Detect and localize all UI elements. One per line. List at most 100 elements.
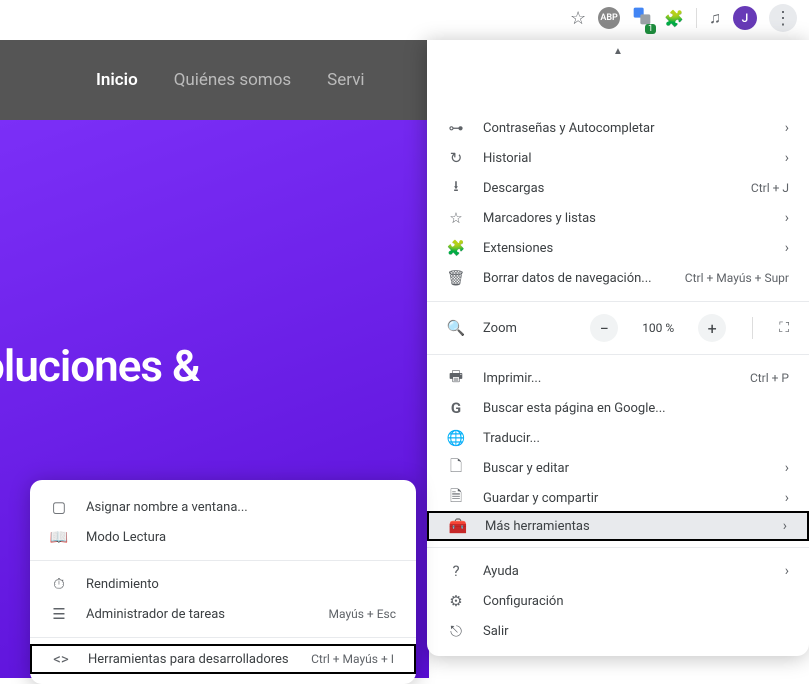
menu-shortcut: Ctrl + Mayús + Supr (685, 271, 789, 285)
history-icon: ↻ (447, 149, 465, 167)
menu-item-extensions[interactable]: 🧩 Extensiones › (427, 233, 809, 263)
menu-label: Buscar esta página en Google... (483, 401, 789, 416)
menu-label: Extensiones (483, 241, 767, 256)
zoom-value: 100 % (636, 321, 680, 335)
chevron-right-icon: › (785, 490, 789, 506)
menu-label: Historial (483, 151, 767, 166)
menu-item-google-search[interactable]: G Buscar esta página en Google... (427, 393, 809, 423)
more-tools-submenu: ▢ Asignar nombre a ventana... 📖 Modo Lec… (30, 480, 416, 684)
profile-avatar[interactable]: J (733, 6, 757, 30)
profile-row[interactable] (439, 61, 797, 105)
toolbar-divider (696, 8, 697, 28)
chevron-right-icon: › (785, 210, 789, 226)
menu-label: Imprimir... (483, 371, 732, 386)
menu-separator (30, 560, 416, 561)
reader-icon: 📖 (50, 528, 68, 546)
menu-separator (427, 301, 809, 302)
menu-shortcut: Ctrl + P (750, 371, 789, 385)
chrome-main-menu: ▲ ⊶ Contraseñas y Autocompletar › ↻ Hist… (427, 40, 809, 656)
google-translate-extension-icon[interactable]: 1 (632, 6, 652, 30)
submenu-item-reader-mode[interactable]: 📖 Modo Lectura (30, 522, 416, 552)
menu-item-bookmarks[interactable]: ☆ Marcadores y listas › (427, 203, 809, 233)
help-icon: ? (447, 562, 465, 580)
submenu-item-task-manager[interactable]: ☰ Administrador de tareas Mayús + Esc (30, 599, 416, 629)
extension-badge-count: 1 (645, 24, 656, 34)
menu-shortcut: Ctrl + J (751, 181, 789, 195)
menu-separator (427, 547, 809, 548)
submenu-item-devtools[interactable]: <> Herramientas para desarrolladores Ctr… (30, 644, 416, 674)
chevron-right-icon: › (785, 563, 789, 579)
zoom-label: Zoom (483, 321, 572, 336)
chevron-right-icon: › (785, 120, 789, 136)
menu-label: Herramientas para desarrolladores (88, 652, 293, 667)
menu-item-downloads[interactable]: ⭳ Descargas Ctrl + J (427, 173, 809, 203)
chrome-menu-button[interactable]: ⋮ (769, 4, 797, 32)
print-icon: 🖶 (447, 366, 465, 391)
menu-zoom-row: 🔍 Zoom − 100 % + ⛶ (427, 310, 809, 346)
menu-label: Borrar datos de navegación... (483, 271, 667, 286)
exit-icon: ⎋ (447, 622, 465, 640)
menu-item-more-tools[interactable]: 🧰 Más herramientas › (427, 511, 809, 541)
menu-item-settings[interactable]: ⚙ Configuración (427, 586, 809, 616)
gear-icon: ⚙ (447, 592, 465, 610)
star-icon: ☆ (447, 209, 465, 227)
menu-label: Administrador de tareas (86, 607, 311, 622)
menu-item-save-share[interactable]: 🗎 Guardar y compartir › (427, 483, 809, 513)
zoom-in-button[interactable]: + (698, 314, 726, 342)
nav-link-quienes[interactable]: Quiénes somos (174, 70, 291, 90)
chevron-right-icon: › (783, 518, 787, 534)
bookmark-star-icon[interactable]: ☆ (570, 8, 586, 29)
nav-link-servicios[interactable]: Servi (327, 70, 364, 90)
menu-label: Salir (483, 624, 789, 639)
menu-label: Marcadores y listas (483, 211, 767, 226)
menu-label: Traducir... (483, 431, 789, 446)
menu-item-print[interactable]: 🖶 Imprimir... Ctrl + P (427, 363, 809, 393)
menu-item-passwords[interactable]: ⊶ Contraseñas y Autocompletar › (427, 113, 809, 143)
submenu-item-performance[interactable]: ⏱ Rendimiento (30, 569, 416, 599)
menu-item-exit[interactable]: ⎋ Salir (427, 616, 809, 646)
hero-heading: oluciones & (0, 340, 429, 392)
trash-icon: 🗑 (447, 269, 465, 287)
fullscreen-button[interactable]: ⛶ (779, 320, 789, 336)
zoom-icon: 🔍 (447, 319, 465, 337)
menu-collapse-arrow[interactable]: ▲ (427, 40, 809, 61)
menu-shortcut: Ctrl + Mayús + I (311, 652, 394, 666)
browser-toolbar: ☆ ABP 1 🧩 ♫ J ⋮ (558, 0, 809, 36)
menu-item-translate[interactable]: 🌐 Traducir... (427, 423, 809, 453)
chevron-right-icon: › (785, 150, 789, 166)
translate-icon: 🌐 (447, 429, 465, 447)
download-icon: ⭳ (447, 176, 465, 201)
submenu-item-name-window[interactable]: ▢ Asignar nombre a ventana... (30, 492, 416, 522)
toolbox-icon: 🧰 (449, 517, 467, 535)
abp-extension-icon[interactable]: ABP (598, 7, 620, 29)
menu-item-help[interactable]: ? Ayuda › (427, 556, 809, 586)
menu-item-clear-data[interactable]: 🗑 Borrar datos de navegación... Ctrl + M… (427, 263, 809, 293)
puzzle-icon: 🧩 (447, 239, 465, 257)
menu-item-history[interactable]: ↻ Historial › (427, 143, 809, 173)
menu-label: Más herramientas (485, 519, 765, 534)
menu-label: Ayuda (483, 564, 767, 579)
window-icon: ▢ (50, 498, 68, 516)
menu-label: Modo Lectura (86, 530, 396, 545)
media-control-icon[interactable]: ♫ (709, 8, 721, 28)
performance-icon: ⏱ (50, 575, 68, 593)
menu-separator (30, 637, 416, 638)
menu-label: Guardar y compartir (483, 491, 767, 506)
nav-link-inicio[interactable]: Inicio (96, 70, 138, 90)
extensions-icon[interactable]: 🧩 (664, 9, 684, 28)
google-icon: G (447, 399, 465, 417)
zoom-divider (752, 317, 753, 339)
share-icon: 🗎 (447, 486, 465, 511)
key-icon: ⊶ (447, 119, 465, 137)
menu-separator (427, 354, 809, 355)
menu-label: Rendimiento (86, 577, 396, 592)
code-icon: <> (52, 650, 70, 668)
menu-label: Configuración (483, 594, 789, 609)
menu-label: Buscar y editar (483, 461, 767, 476)
chevron-right-icon: › (785, 460, 789, 476)
menu-item-find-edit[interactable]: 🗋 Buscar y editar › (427, 453, 809, 483)
menu-shortcut: Mayús + Esc (329, 607, 396, 621)
zoom-out-button[interactable]: − (590, 314, 618, 342)
menu-label: Contraseñas y Autocompletar (483, 121, 767, 136)
menu-label: Descargas (483, 181, 733, 196)
